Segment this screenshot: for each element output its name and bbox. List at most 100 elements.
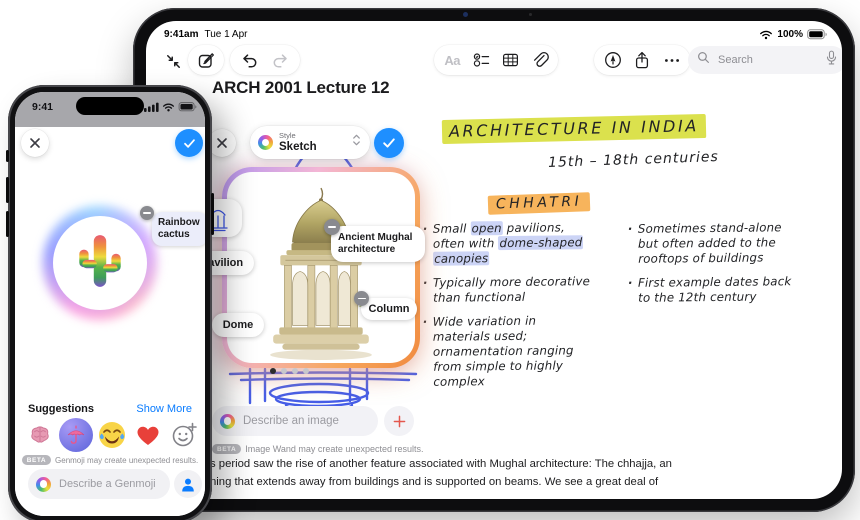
show-more-link[interactable]: Show More bbox=[136, 403, 192, 415]
handwritten-bullets-right: Sometimes stand-alone but often added to… bbox=[627, 220, 803, 306]
describe-image-field[interactable] bbox=[241, 414, 370, 428]
handwritten-bullet: First example dates back to the 12th cen… bbox=[627, 274, 803, 306]
search-icon bbox=[697, 51, 710, 69]
handwritten-bullet: Small open pavilions, often with dome-sh… bbox=[422, 220, 592, 267]
add-image-button[interactable] bbox=[384, 406, 414, 436]
note-title: ARCH 2001 Lecture 12 bbox=[212, 78, 390, 97]
ipad-status-bar: 9:41am Tue 1 Apr bbox=[164, 29, 247, 40]
mic-icon[interactable] bbox=[826, 50, 837, 71]
heart-emoji[interactable] bbox=[131, 418, 165, 452]
iphone-device: 9:41 Rainbow cactus Suggestions Show Mor… bbox=[6, 85, 214, 520]
redo-icon[interactable] bbox=[269, 49, 291, 71]
brain-genmoji[interactable] bbox=[23, 418, 57, 452]
format-icon[interactable]: Aa bbox=[441, 49, 463, 71]
tag-main[interactable]: Ancient Mughal architecture bbox=[331, 226, 425, 262]
genmoji-input[interactable] bbox=[28, 469, 170, 499]
handwritten-bullet: Wide variation in materials used; orname… bbox=[422, 313, 593, 390]
umbrella-genmoji[interactable] bbox=[59, 418, 93, 452]
person-genmoji-button[interactable] bbox=[174, 470, 202, 498]
power-button bbox=[211, 193, 214, 235]
iphone-status-icons bbox=[144, 102, 198, 112]
share-icon[interactable] bbox=[631, 49, 653, 71]
wifi-icon bbox=[162, 103, 175, 112]
suggestions-row bbox=[23, 418, 201, 452]
remove-genmoji-label-button[interactable] bbox=[140, 206, 154, 220]
collapse-icon[interactable] bbox=[162, 50, 184, 72]
add-emoji-button[interactable] bbox=[167, 418, 201, 452]
page-dot[interactable] bbox=[292, 368, 298, 374]
genmoji-close-button[interactable] bbox=[21, 129, 49, 157]
page-dot[interactable] bbox=[303, 368, 309, 374]
handwritten-heading: ARCHITECTURE IN INDIA bbox=[441, 114, 707, 144]
variant-page-dots[interactable] bbox=[270, 368, 309, 374]
volume-down-button bbox=[6, 211, 9, 237]
table-icon[interactable] bbox=[500, 49, 522, 71]
tag-dome[interactable]: Dome bbox=[212, 313, 264, 337]
remove-column-tag-button[interactable] bbox=[354, 291, 369, 306]
body-line: s period saw the rise of another feature… bbox=[210, 458, 672, 470]
actions-group bbox=[594, 45, 690, 75]
ipad-status-icons: 100% bbox=[759, 29, 828, 40]
ipad-date: Tue 1 Apr bbox=[204, 29, 248, 40]
image-wand-input[interactable] bbox=[212, 406, 378, 436]
volume-up-button bbox=[6, 177, 9, 203]
page-dot[interactable] bbox=[270, 368, 276, 374]
style-picker[interactable]: Style Sketch bbox=[250, 126, 370, 159]
ipad-device: 9:41am Tue 1 Apr 100% Aa Search ARCH 200… bbox=[133, 8, 855, 512]
laughing-emoji[interactable] bbox=[95, 418, 129, 452]
beta-text: Genmoji may create unexpected results. bbox=[55, 455, 199, 465]
genmoji-beta-note: BETA Genmoji may create unexpected resul… bbox=[15, 455, 205, 465]
apple-intelligence-icon bbox=[220, 413, 235, 429]
attachment-icon[interactable] bbox=[529, 49, 551, 71]
ipad-sensor bbox=[529, 13, 532, 16]
page-dot[interactable] bbox=[281, 368, 287, 374]
ipad-camera bbox=[463, 12, 468, 17]
wand-close-button[interactable] bbox=[208, 129, 236, 157]
chevron-up-down-icon bbox=[351, 133, 362, 152]
image-wand-beta-note: BETA Image Wand may create unexpected re… bbox=[212, 444, 423, 454]
body-line: ning that extends away from buildings an… bbox=[210, 476, 659, 488]
search-bar[interactable] bbox=[688, 46, 842, 74]
describe-genmoji-field[interactable] bbox=[57, 477, 162, 491]
checklist-icon[interactable] bbox=[470, 49, 492, 71]
handwritten-subheading: 15th – 18th centuries bbox=[547, 149, 720, 171]
search-input[interactable] bbox=[716, 53, 820, 67]
beta-badge: BETA bbox=[212, 444, 242, 454]
wifi-icon bbox=[759, 29, 773, 40]
marketing-canvas: 9:41am Tue 1 Apr 100% Aa Search ARCH 200… bbox=[0, 0, 860, 520]
iphone-screen: 9:41 Rainbow cactus Suggestions Show Mor… bbox=[15, 92, 205, 516]
beta-badge: BETA bbox=[21, 455, 52, 465]
undo-icon[interactable] bbox=[239, 49, 261, 71]
genmoji-label: Rainbow cactus bbox=[152, 212, 205, 246]
remove-main-tag-button[interactable] bbox=[324, 219, 340, 235]
action-button bbox=[6, 150, 9, 162]
dynamic-island bbox=[76, 97, 144, 115]
format-toolbar-group: Aa bbox=[434, 45, 558, 75]
tag-column[interactable]: Column bbox=[361, 298, 417, 320]
handwritten-bullets-left: Small open pavilions, often with dome-sh… bbox=[422, 220, 593, 390]
apple-intelligence-icon bbox=[258, 135, 273, 150]
battery-icon bbox=[807, 29, 828, 40]
handwritten-bullet: Sometimes stand-alone but often added to… bbox=[627, 220, 803, 267]
more-icon[interactable] bbox=[661, 49, 683, 71]
handwritten-section-title: CHHATRI bbox=[487, 192, 591, 215]
iphone-time: 9:41 bbox=[32, 101, 54, 113]
undo-redo-group bbox=[230, 45, 300, 75]
compose-button[interactable] bbox=[188, 45, 224, 75]
ipad-screen: 9:41am Tue 1 Apr 100% Aa Search ARCH 200… bbox=[146, 21, 842, 499]
ipad-time: 9:41am bbox=[164, 29, 199, 40]
rainbow-cactus-genmoji[interactable] bbox=[77, 233, 123, 296]
style-value: Sketch bbox=[279, 140, 317, 153]
note-body-text: s period saw the rise of another feature… bbox=[210, 455, 842, 491]
suggestions-title: Suggestions bbox=[28, 403, 95, 415]
wand-accept-button[interactable] bbox=[374, 128, 404, 158]
markup-icon[interactable] bbox=[602, 49, 624, 71]
style-caption: Style bbox=[279, 131, 296, 140]
battery-icon bbox=[178, 102, 197, 112]
genmoji-accept-button[interactable] bbox=[175, 129, 203, 157]
beta-text: Image Wand may create unexpected results… bbox=[245, 444, 424, 454]
ipad-battery-percent: 100% bbox=[777, 29, 803, 40]
apple-intelligence-icon bbox=[36, 476, 51, 492]
handwritten-bullet: Typically more decorative than functiona… bbox=[422, 274, 592, 306]
signal-icon bbox=[144, 102, 159, 112]
